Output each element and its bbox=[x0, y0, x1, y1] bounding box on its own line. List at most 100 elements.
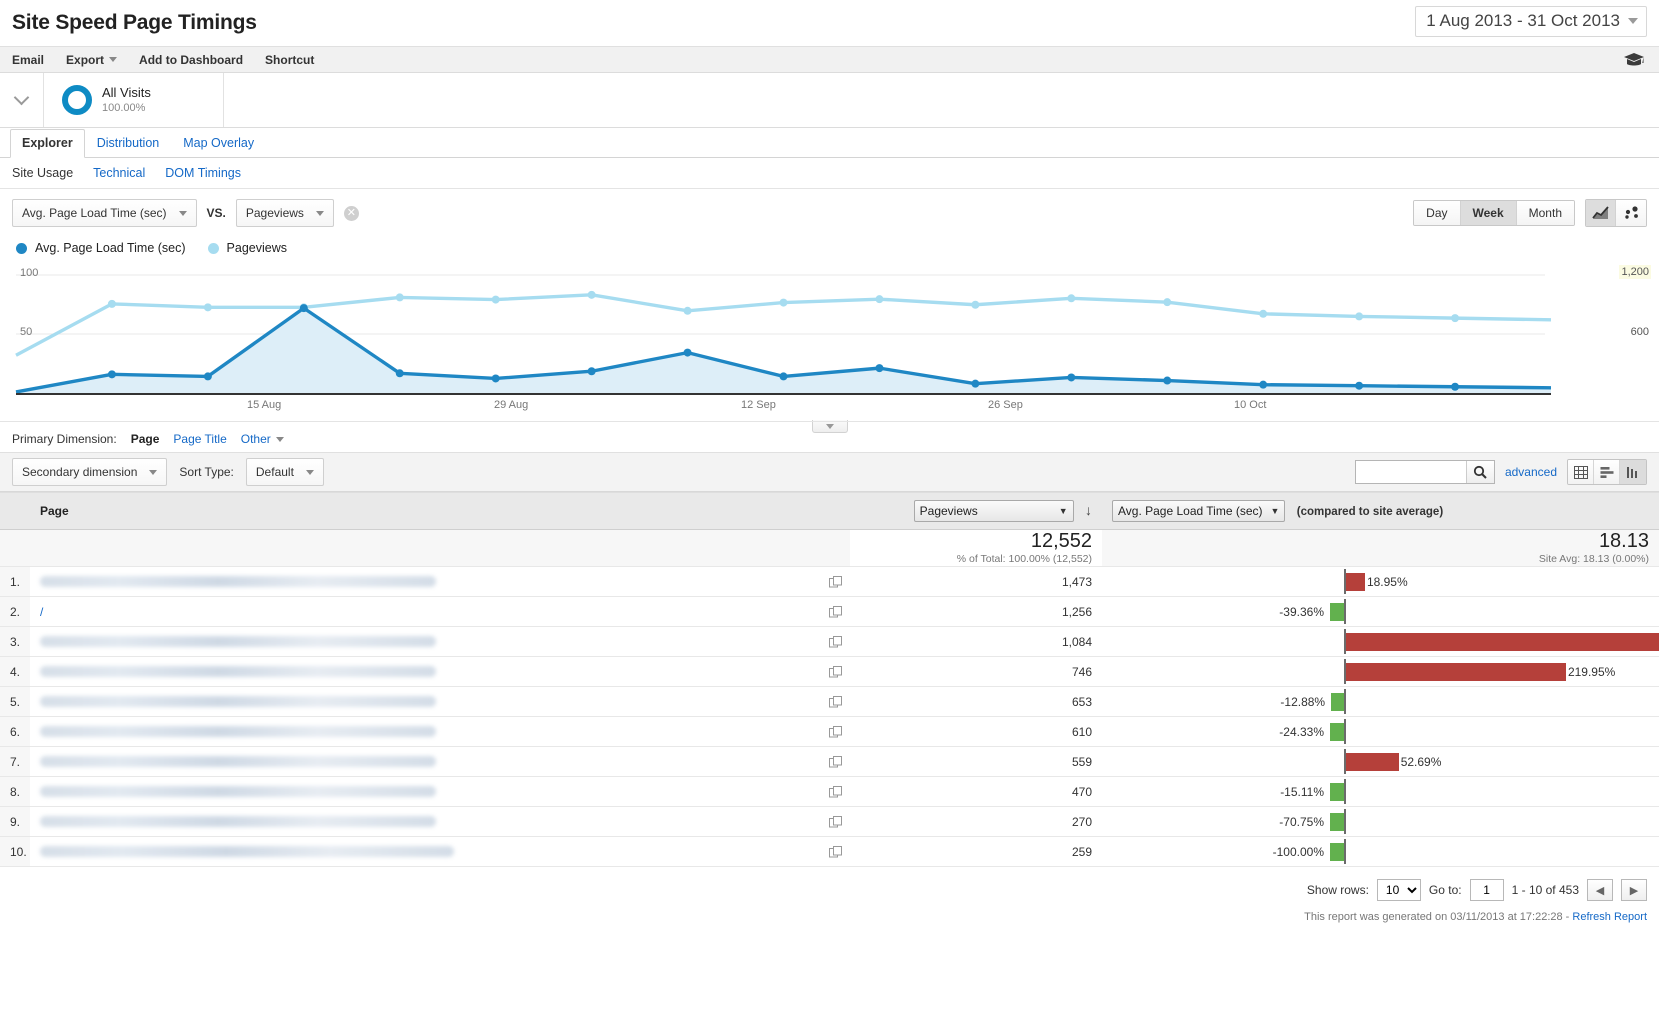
row-page[interactable] bbox=[30, 717, 850, 747]
external-link-icon[interactable] bbox=[829, 756, 842, 768]
data-point[interactable] bbox=[1451, 383, 1459, 391]
percentage-view-icon[interactable] bbox=[1594, 460, 1620, 484]
data-point[interactable] bbox=[1163, 298, 1171, 306]
scatter-chart-icon[interactable] bbox=[1616, 200, 1646, 226]
search-icon[interactable] bbox=[1466, 461, 1494, 483]
tab-map-overlay[interactable]: Map Overlay bbox=[171, 129, 266, 158]
data-point[interactable] bbox=[684, 349, 692, 357]
table-view-icon[interactable] bbox=[1568, 460, 1594, 484]
sort-descending-icon[interactable]: ↓ bbox=[1085, 502, 1092, 518]
table-row[interactable]: 8.470-15.11% bbox=[0, 777, 1659, 807]
data-point[interactable] bbox=[1259, 381, 1267, 389]
table-row[interactable]: 7.55952.69% bbox=[0, 747, 1659, 777]
data-point[interactable] bbox=[1067, 294, 1075, 302]
data-point[interactable] bbox=[588, 291, 596, 299]
line-chart-icon[interactable] bbox=[1586, 200, 1616, 226]
data-point[interactable] bbox=[1259, 310, 1267, 318]
advanced-link[interactable]: advanced bbox=[1505, 465, 1557, 479]
close-circle-icon[interactable]: ✕ bbox=[344, 206, 359, 221]
chevron-left-icon[interactable]: ◀ bbox=[1587, 879, 1613, 901]
table-row[interactable]: 5.653-12.88% bbox=[0, 687, 1659, 717]
data-point[interactable] bbox=[1355, 382, 1363, 390]
granularity-week[interactable]: Week bbox=[1461, 201, 1517, 225]
data-point[interactable] bbox=[492, 374, 500, 382]
table-row[interactable]: 4.746219.95% bbox=[0, 657, 1659, 687]
table-row[interactable]: 2./1,256-39.36% bbox=[0, 597, 1659, 627]
data-point[interactable] bbox=[1355, 312, 1363, 320]
tab-distribution[interactable]: Distribution bbox=[85, 129, 172, 158]
data-point[interactable] bbox=[1067, 373, 1075, 381]
data-point[interactable] bbox=[971, 301, 979, 309]
granularity-month[interactable]: Month bbox=[1517, 201, 1574, 225]
primary-dimension-page[interactable]: Page bbox=[131, 432, 160, 446]
data-point[interactable] bbox=[396, 369, 404, 377]
external-link-icon[interactable] bbox=[829, 786, 842, 798]
subtab-technical[interactable]: Technical bbox=[93, 166, 145, 180]
export-button[interactable]: Export bbox=[66, 53, 117, 67]
data-point[interactable] bbox=[1451, 314, 1459, 322]
subtab-site-usage[interactable]: Site Usage bbox=[12, 166, 73, 180]
data-point[interactable] bbox=[492, 296, 500, 304]
chevron-right-icon[interactable]: ▶ bbox=[1621, 879, 1647, 901]
page-link[interactable]: / bbox=[40, 605, 43, 619]
external-link-icon[interactable] bbox=[829, 576, 842, 588]
segment-all-visits[interactable]: All Visits 100.00% bbox=[44, 73, 224, 127]
date-range-picker[interactable]: 1 Aug 2013 - 31 Oct 2013 bbox=[1415, 6, 1647, 37]
subtab-dom-timings[interactable]: DOM Timings bbox=[165, 166, 241, 180]
external-link-icon[interactable] bbox=[829, 606, 842, 618]
external-link-icon[interactable] bbox=[829, 726, 842, 738]
table-row[interactable]: 1.1,47318.95% bbox=[0, 567, 1659, 597]
data-point[interactable] bbox=[396, 293, 404, 301]
graduation-cap-icon[interactable] bbox=[1623, 52, 1645, 71]
data-point[interactable] bbox=[1163, 377, 1171, 385]
row-page[interactable] bbox=[30, 837, 850, 867]
data-point[interactable] bbox=[684, 307, 692, 315]
data-point[interactable] bbox=[204, 303, 212, 311]
table-row[interactable]: 9.270-70.75% bbox=[0, 807, 1659, 837]
row-page[interactable] bbox=[30, 747, 850, 777]
segment-expand-toggle[interactable] bbox=[0, 73, 44, 127]
data-point[interactable] bbox=[971, 380, 979, 388]
primary-dimension-other[interactable]: Other bbox=[241, 432, 284, 446]
granularity-day[interactable]: Day bbox=[1414, 201, 1460, 225]
email-button[interactable]: Email bbox=[12, 53, 44, 67]
row-page[interactable] bbox=[30, 567, 850, 597]
timeseries-chart[interactable]: 100 50 1,200 600 15 Aug 29 Aug 12 Sep 26… bbox=[0, 261, 1659, 421]
secondary-metric-select[interactable]: Pageviews bbox=[236, 199, 334, 227]
primary-metric-select[interactable]: Avg. Page Load Time (sec) bbox=[12, 199, 197, 227]
go-to-input[interactable] bbox=[1470, 879, 1504, 901]
row-page[interactable] bbox=[30, 807, 850, 837]
data-point[interactable] bbox=[300, 304, 308, 312]
data-point[interactable] bbox=[204, 372, 212, 380]
metric2-select[interactable]: Avg. Page Load Time (sec) ▼ bbox=[1112, 500, 1285, 522]
tab-explorer[interactable]: Explorer bbox=[10, 129, 85, 158]
data-point[interactable] bbox=[588, 367, 596, 375]
search-input[interactable] bbox=[1356, 461, 1466, 483]
row-page[interactable] bbox=[30, 777, 850, 807]
data-point[interactable] bbox=[780, 299, 788, 307]
sort-type-select[interactable]: Default bbox=[246, 458, 324, 486]
legend-item-page-load-time[interactable]: Avg. Page Load Time (sec) bbox=[16, 241, 186, 255]
data-point[interactable] bbox=[875, 295, 883, 303]
external-link-icon[interactable] bbox=[829, 666, 842, 678]
row-page[interactable] bbox=[30, 657, 850, 687]
show-rows-select[interactable]: 10 bbox=[1377, 879, 1421, 901]
data-point[interactable] bbox=[875, 364, 883, 372]
metric1-select[interactable]: Pageviews ▼ bbox=[914, 500, 1074, 522]
row-page[interactable]: / bbox=[30, 597, 850, 627]
legend-item-pageviews[interactable]: Pageviews bbox=[208, 241, 287, 255]
external-link-icon[interactable] bbox=[829, 816, 842, 828]
external-link-icon[interactable] bbox=[829, 636, 842, 648]
table-row[interactable]: 3.1,084327.09% bbox=[0, 627, 1659, 657]
data-point[interactable] bbox=[780, 372, 788, 380]
data-point[interactable] bbox=[108, 300, 116, 308]
table-row[interactable]: 6.610-24.33% bbox=[0, 717, 1659, 747]
search-box[interactable] bbox=[1355, 460, 1495, 484]
row-page[interactable] bbox=[30, 687, 850, 717]
external-link-icon[interactable] bbox=[829, 846, 842, 858]
row-page[interactable] bbox=[30, 627, 850, 657]
external-link-icon[interactable] bbox=[829, 696, 842, 708]
table-row[interactable]: 10.259-100.00% bbox=[0, 837, 1659, 867]
shortcut-button[interactable]: Shortcut bbox=[265, 53, 314, 67]
data-point[interactable] bbox=[108, 370, 116, 378]
